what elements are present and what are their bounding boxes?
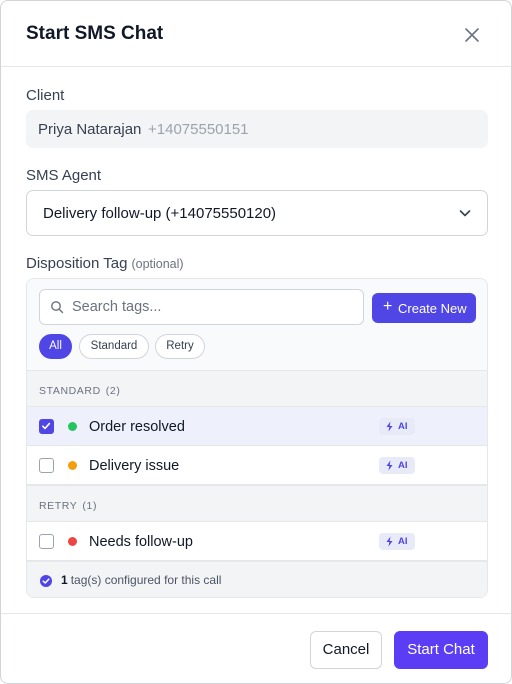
check-icon [42, 422, 51, 430]
ai-badge-label: AI [398, 536, 408, 547]
search-icon [51, 301, 64, 314]
tag-row-needs-follow-up[interactable]: Needs follow-up AI [27, 522, 487, 561]
cancel-button[interactable]: Cancel [310, 631, 382, 669]
ai-badge: AI [379, 418, 415, 435]
section-header-retry: RETRY (1) [27, 485, 487, 522]
bolt-icon [386, 536, 393, 547]
summary-label: tag(s) configured for this call [70, 573, 222, 587]
client-name: Priya Natarajan [38, 121, 142, 138]
ai-badge: AI [379, 533, 415, 550]
summary-text: 1 tag(s) configured for this call [61, 573, 221, 587]
filter-chip-standard[interactable]: Standard [79, 334, 149, 359]
dialog-header: Start SMS Chat [1, 1, 511, 67]
filter-chip-all[interactable]: All [39, 334, 72, 359]
sms-agent-value: Delivery follow-up (+14075550120) [43, 205, 277, 222]
tags-configured-summary: 1 tag(s) configured for this call [27, 561, 487, 597]
tag-picker-panel: + Create New All Standard Retry STANDARD… [26, 278, 488, 598]
filter-chip-retry[interactable]: Retry [155, 334, 205, 359]
start-sms-chat-dialog: Start SMS Chat Client Priya Natarajan +1… [0, 0, 512, 684]
tag-color-dot [68, 537, 77, 546]
optional-hint: (optional) [131, 257, 184, 271]
tag-search-box [39, 289, 364, 325]
section-count: (1) [82, 500, 98, 512]
tag-color-dot [68, 422, 77, 431]
ai-badge: AI [379, 457, 415, 474]
create-new-label: Create New [398, 301, 467, 316]
bolt-icon [386, 421, 393, 432]
dialog-title: Start SMS Chat [26, 23, 164, 44]
check-circle-icon [40, 575, 52, 587]
disposition-tag-label-text: Disposition Tag [26, 255, 128, 272]
section-name: RETRY [39, 500, 78, 512]
create-new-tag-button[interactable]: + Create New [372, 293, 476, 323]
close-button[interactable] [462, 25, 482, 45]
tag-search-input[interactable] [72, 290, 357, 324]
section-title: RETRY (1) [39, 500, 97, 512]
tag-name: Needs follow-up [89, 534, 193, 550]
section-count: (2) [105, 385, 121, 397]
tag-checkbox[interactable] [39, 458, 54, 473]
close-icon [465, 28, 479, 42]
dialog-footer: Cancel Start Chat [1, 613, 511, 683]
section-name: STANDARD [39, 385, 101, 397]
section-header-standard: STANDARD (2) [27, 370, 487, 407]
start-chat-button[interactable]: Start Chat [394, 631, 488, 669]
section-title: STANDARD (2) [39, 385, 120, 397]
tag-checkbox[interactable] [39, 419, 54, 434]
ai-badge-label: AI [398, 460, 408, 471]
tag-name: Order resolved [89, 419, 185, 435]
tag-checkbox[interactable] [39, 534, 54, 549]
client-field: Priya Natarajan +14075550151 [26, 110, 488, 148]
tag-color-dot [68, 461, 77, 470]
client-label: Client [26, 87, 65, 104]
sms-agent-select[interactable]: Delivery follow-up (+14075550120) [26, 190, 488, 236]
tag-row-order-resolved[interactable]: Order resolved AI [27, 407, 487, 446]
tag-name: Delivery issue [89, 458, 180, 474]
chevron-down-icon [459, 210, 471, 217]
disposition-tag-label: Disposition Tag (optional) [26, 255, 184, 272]
ai-badge-label: AI [398, 421, 408, 432]
sms-agent-label: SMS Agent [26, 167, 102, 184]
plus-icon: + [383, 298, 393, 315]
bolt-icon [386, 460, 393, 471]
client-phone: +14075550151 [148, 121, 249, 138]
summary-count: 1 [61, 573, 68, 587]
tag-row-delivery-issue[interactable]: Delivery issue AI [27, 446, 487, 485]
